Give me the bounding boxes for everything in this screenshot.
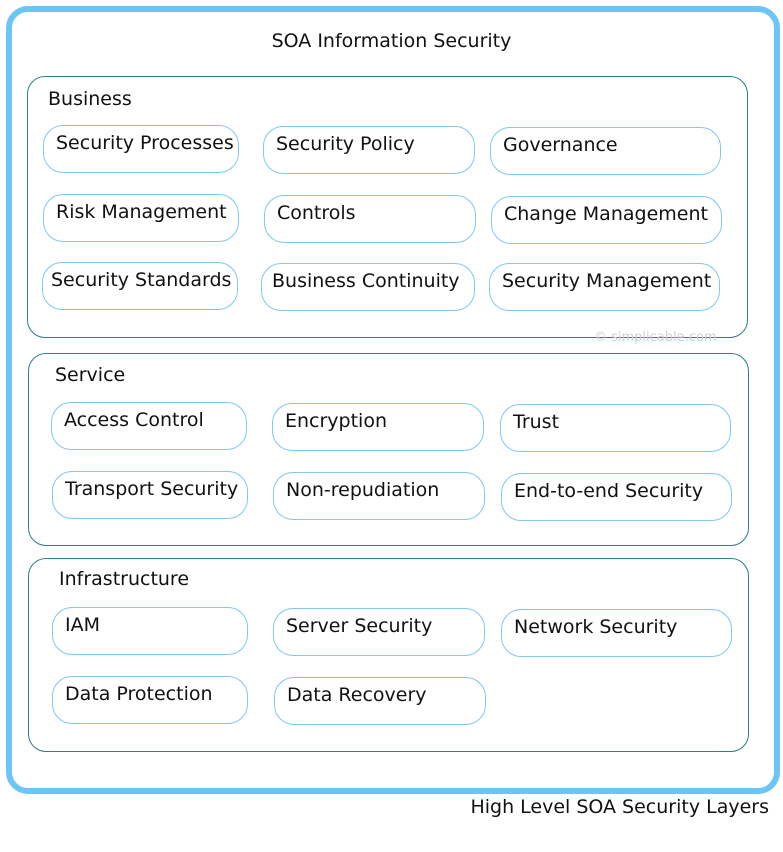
item-encryption: Encryption: [272, 403, 484, 451]
item-data-protection: Data Protection: [52, 676, 248, 724]
item-non-repudiation: Non-repudiation: [273, 472, 485, 520]
item-access-control: Access Control: [51, 402, 247, 450]
item-business-continuity: Business Continuity: [261, 263, 475, 311]
item-data-recovery: Data Recovery: [274, 677, 486, 725]
item-iam: IAM: [52, 607, 248, 655]
layer-business-label: Business: [48, 88, 132, 110]
layer-infrastructure-label: Infrastructure: [59, 568, 190, 590]
item-security-standards: Security Standards: [42, 262, 238, 310]
item-security-management: Security Management: [489, 263, 720, 311]
layer-service-label: Service: [55, 364, 126, 386]
item-controls: Controls: [264, 195, 476, 243]
item-transport-security: Transport Security: [52, 471, 248, 519]
item-risk-management: Risk Management: [43, 194, 239, 242]
item-security-policy: Security Policy: [263, 126, 475, 174]
item-governance: Governance: [490, 127, 721, 175]
item-security-processes: Security Processes: [43, 125, 239, 173]
diagram-caption: High Level SOA Security Layers: [470, 796, 769, 818]
diagram-title: SOA Information Security: [271, 30, 512, 52]
item-server-security: Server Security: [273, 608, 485, 656]
item-change-management: Change Management: [491, 196, 722, 244]
watermark: © simplicable.com: [594, 330, 717, 345]
item-trust: Trust: [500, 404, 731, 452]
item-end-to-end-security: End-to-end Security: [501, 473, 732, 521]
item-network-security: Network Security: [501, 609, 732, 657]
